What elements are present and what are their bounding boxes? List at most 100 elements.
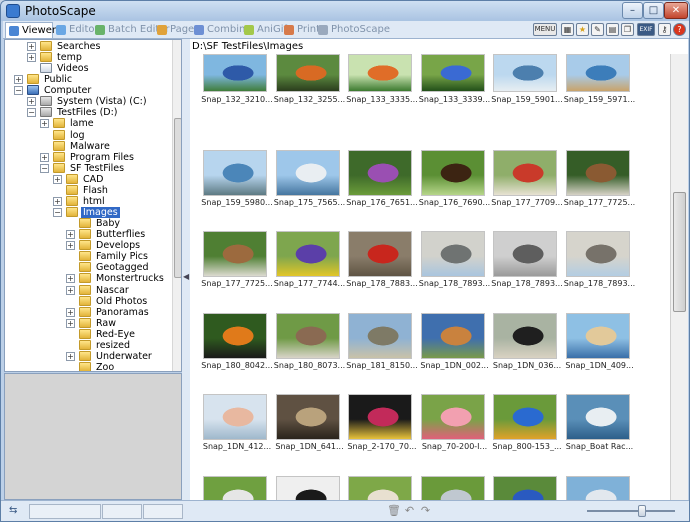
thumbnail-image[interactable]	[275, 231, 340, 277]
thumbnail-image[interactable]	[203, 312, 267, 359]
thumbnail-image[interactable]	[565, 54, 630, 92]
calendar-icon[interactable]: ▦	[561, 23, 574, 36]
tab-editor[interactable]: Editor	[53, 22, 99, 38]
tab-page[interactable]: Page	[154, 22, 194, 38]
exif-icon[interactable]: EXIF	[637, 23, 655, 36]
key-icon[interactable]: ⚷	[658, 23, 671, 36]
thumbnail-image[interactable]	[420, 312, 485, 359]
thumbnail-item[interactable]: Snap_178_7893...	[564, 217, 635, 297]
thumbnail-item[interactable]: Snap_133_3335...	[346, 54, 418, 134]
thumbnail-item[interactable]: Snap_1DN_002...	[419, 299, 489, 379]
expand-icon[interactable]: +	[27, 42, 36, 51]
expand-icon[interactable]: +	[66, 274, 75, 284]
thumbnail-item[interactable]: Snap_1DN_641...	[274, 380, 344, 460]
collapse-icon[interactable]: −	[40, 163, 49, 173]
collapse-icon[interactable]: −	[14, 86, 23, 96]
expand-icon[interactable]: +	[53, 174, 62, 184]
thumbnail-item[interactable]: Snap_159_5980...	[201, 136, 273, 216]
expand-icon[interactable]: +	[27, 53, 36, 63]
thumbnail-image[interactable]	[348, 312, 412, 359]
thumbnail-image[interactable]	[493, 475, 557, 500]
rotate-arrows-icon[interactable]: ⇆	[9, 505, 23, 517]
thumbnail-item[interactable]: Snap_178_7883...	[346, 217, 418, 297]
thumbnail-item[interactable]: Snap_1DN_409...	[564, 299, 634, 379]
tab-anigif[interactable]: AniGif	[241, 22, 287, 38]
rotate-right-icon[interactable]: ↷	[419, 504, 432, 517]
thumbnail-image[interactable]	[420, 149, 485, 196]
thumbnail-image[interactable]	[275, 394, 340, 440]
thumbnail-item[interactable]: Snap_132_3210...	[201, 54, 273, 134]
thumbnail-item[interactable]: Snap_177_7709...	[491, 136, 563, 216]
thumbnail-scroll-thumb[interactable]	[673, 192, 686, 312]
thumbnail-item[interactable]	[346, 462, 414, 500]
tab-batch-editor[interactable]: Batch Editor	[92, 22, 170, 38]
tab-photoscape[interactable]: PhotoScape	[315, 22, 390, 38]
thumbnail-image[interactable]	[348, 149, 412, 196]
zoom-slider-knob[interactable]	[638, 505, 646, 517]
thumbnail-item[interactable]	[274, 462, 342, 500]
thumbnail-item[interactable]: Snap_178_7893...	[419, 217, 490, 297]
panel-splitter[interactable]: ◀	[182, 39, 190, 500]
thumbnail-image[interactable]	[348, 231, 412, 277]
thumbnail-scrollbar[interactable]	[670, 54, 688, 500]
thumbnail-item[interactable]: Snap_178_7893...	[491, 217, 563, 297]
maximize-button[interactable]: □	[643, 2, 664, 19]
thumbnail-image[interactable]	[348, 394, 412, 440]
thumbnail-image[interactable]	[275, 149, 340, 196]
thumbnail-item[interactable]: Snap_177_7744...	[274, 217, 345, 297]
tab-combine[interactable]: Combine	[191, 22, 251, 38]
thumbnail-item[interactable]: Snap_176_7651...	[346, 136, 418, 216]
thumbnail-item[interactable]: Snap_800-153_...	[491, 380, 562, 460]
thumbnail-image[interactable]	[565, 149, 630, 196]
thumbnail-item[interactable]: Snap_70-200-I...	[419, 380, 487, 460]
collapse-icon[interactable]: −	[27, 108, 36, 118]
expand-icon[interactable]: +	[66, 351, 75, 361]
tab-viewer[interactable]: Viewer	[5, 22, 56, 38]
thumbnail-image[interactable]	[493, 394, 557, 440]
thumbnail-image[interactable]	[203, 394, 267, 440]
thumbnail-item[interactable]: Snap_132_3255...	[274, 54, 345, 134]
thumbnail-grid[interactable]: Snap_132_3210... Snap_132_3255... Snap_133…	[190, 54, 670, 500]
thumbnail-image[interactable]	[275, 475, 340, 500]
expand-icon[interactable]: +	[66, 318, 75, 328]
thumbnail-image[interactable]	[565, 394, 630, 440]
thumbnail-image[interactable]	[420, 231, 485, 277]
collapse-icon[interactable]: −	[53, 208, 62, 218]
thumbnail-image[interactable]	[493, 312, 557, 359]
help-icon[interactable]: ?	[673, 23, 686, 36]
thumbnail-item[interactable]: Snap_177_7725...	[201, 217, 273, 297]
thumbnail-item[interactable]: Snap_159_5971...	[564, 54, 635, 134]
thumbnail-image[interactable]	[565, 231, 630, 277]
thumbnail-item[interactable]	[564, 462, 632, 500]
star-icon[interactable]: ★	[576, 23, 589, 36]
title-bar[interactable]: PhotoScape – □ ✕	[1, 1, 689, 21]
expand-icon[interactable]: +	[66, 241, 75, 251]
thumbnail-item[interactable]: Snap_1DN_412...	[201, 380, 271, 460]
thumbnail-item[interactable]: Snap_Boat Rac...	[564, 380, 633, 460]
folder-tree-scroll-thumb[interactable]	[174, 118, 181, 278]
thumbnail-image[interactable]	[565, 475, 630, 500]
thumbnail-image[interactable]	[203, 231, 267, 277]
thumbnail-item[interactable]: Snap_175_7565...	[274, 136, 345, 216]
tab-print[interactable]: Print	[281, 22, 320, 38]
tools-icon[interactable]: ✎	[591, 23, 604, 36]
thumbnail-item[interactable]: Snap_180_8042...	[201, 299, 273, 379]
thumbnail-item[interactable]: Snap_1DN_036...	[491, 299, 561, 379]
folder-tree[interactable]: + Searches + temp Videos + Public − Computer + Sys…	[4, 39, 182, 372]
thumbnail-image[interactable]	[203, 54, 267, 92]
thumbnail-image[interactable]	[275, 312, 340, 359]
trash-icon[interactable]: 🗑	[387, 504, 401, 517]
zoom-slider[interactable]	[587, 505, 677, 517]
thumbnail-image[interactable]	[493, 54, 557, 92]
menu-icon[interactable]: MENU	[533, 23, 557, 36]
open-folder-icon[interactable]: ▤	[606, 23, 619, 36]
thumbnail-item[interactable]	[491, 462, 559, 500]
thumbnail-item[interactable]	[201, 462, 269, 500]
minimize-button[interactable]: –	[622, 2, 643, 19]
thumbnail-item[interactable]: Snap_133_3339...	[419, 54, 490, 134]
folder-tree-scrollbar[interactable]	[172, 40, 181, 371]
thumbnail-image[interactable]	[493, 231, 557, 277]
expand-icon[interactable]: +	[66, 307, 75, 317]
close-button[interactable]: ✕	[664, 2, 688, 19]
thumbnail-item[interactable]: Snap_2-170_70...	[346, 380, 417, 460]
